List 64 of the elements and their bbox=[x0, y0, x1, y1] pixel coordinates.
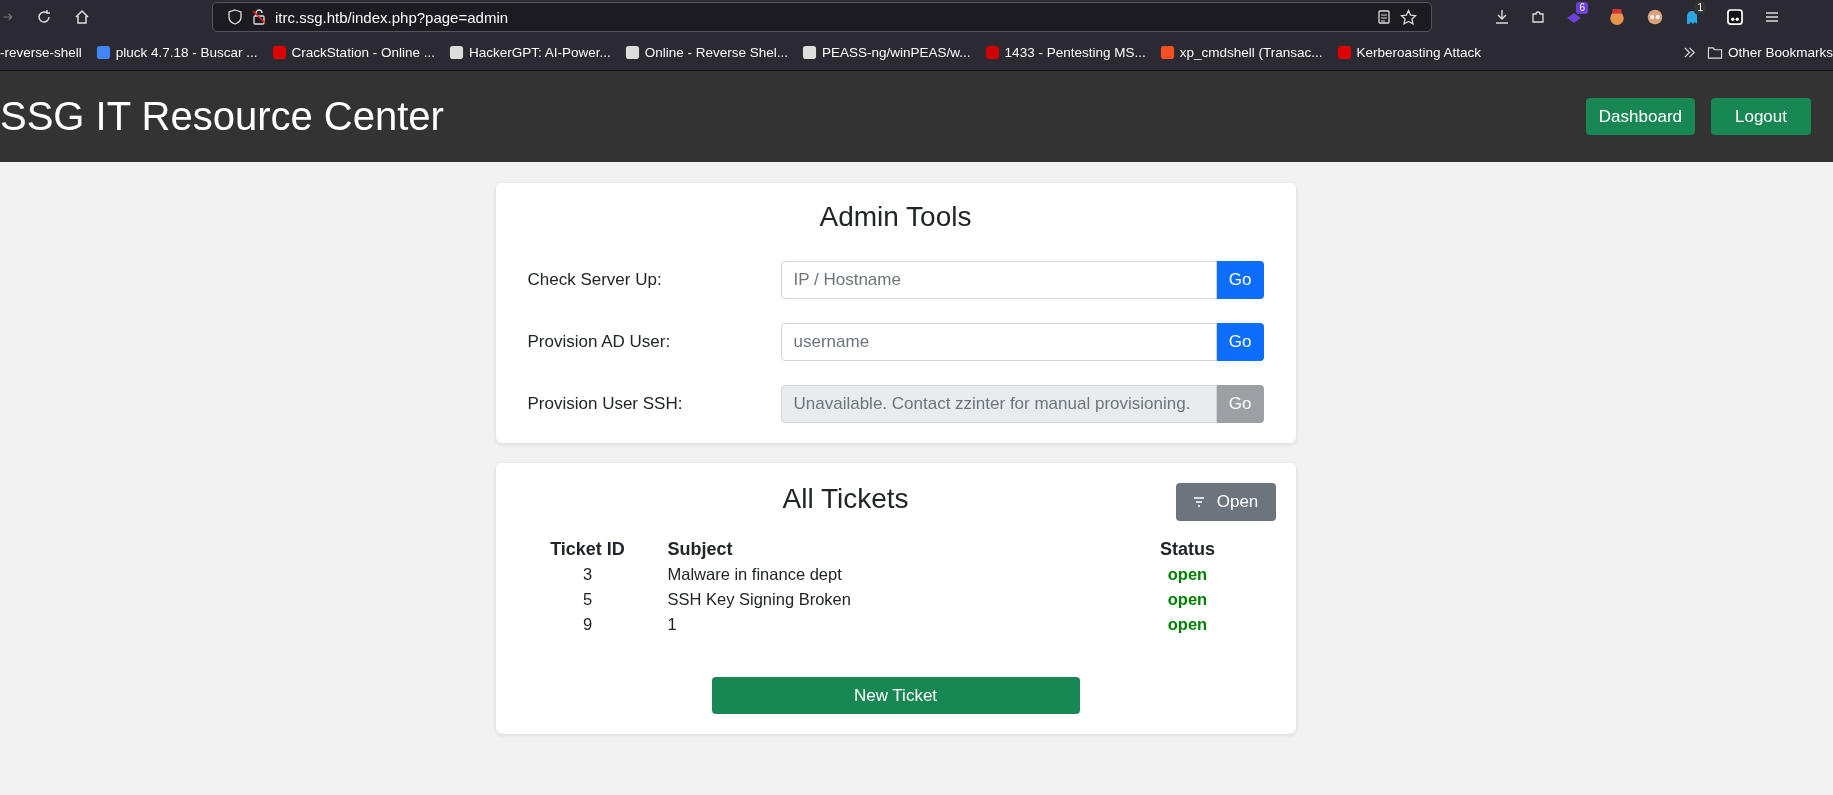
filter-button[interactable]: Open bbox=[1175, 483, 1276, 521]
card-title: Admin Tools bbox=[818, 201, 973, 233]
bookmark-item[interactable]: Kerberoasting Attack bbox=[1336, 44, 1482, 60]
folder-icon bbox=[1706, 44, 1723, 60]
glasses-face-icon[interactable] bbox=[1646, 8, 1664, 26]
nav-button[interactable]: Logout bbox=[1711, 98, 1811, 135]
ticket-subject: Malware in finance dept bbox=[666, 564, 843, 585]
star-icon[interactable] bbox=[1400, 8, 1417, 26]
badge-count: 1 bbox=[1694, 2, 1706, 14]
extension-button[interactable]: 1 bbox=[1684, 2, 1706, 25]
bookmark-item[interactable]: HackerGPT: AI-Power... bbox=[448, 44, 611, 60]
column-header: Status bbox=[1159, 539, 1216, 561]
ticket-status: open bbox=[1166, 564, 1209, 585]
field-label: Provision User SSH: bbox=[527, 394, 684, 414]
mask-icon[interactable] bbox=[1726, 8, 1744, 26]
new-ticket-button[interactable]: New Ticket bbox=[711, 677, 1080, 714]
shield-icon[interactable] bbox=[227, 9, 243, 25]
ticket-subject: SSH Key Signing Broken bbox=[666, 589, 852, 610]
input-field[interactable]: IP / Hostname bbox=[780, 261, 1217, 299]
column-header: Subject bbox=[666, 539, 734, 561]
site-icon bbox=[1159, 44, 1175, 60]
card-title: All Tickets bbox=[782, 483, 909, 515]
ticket-id: 9 bbox=[581, 614, 594, 635]
home-icon[interactable] bbox=[74, 9, 90, 25]
ticket-subject: 1 bbox=[666, 614, 678, 635]
bookmark-item[interactable]: xp_cmdshell (Transac... bbox=[1159, 44, 1323, 60]
puzzle-icon[interactable] bbox=[1530, 9, 1546, 25]
address-bar[interactable]: itrc.ssg.htb/index.php?page=admin bbox=[212, 2, 1432, 32]
site-icon bbox=[984, 44, 1000, 60]
ticket-id: 3 bbox=[581, 564, 594, 585]
input-field[interactable]: username bbox=[780, 323, 1217, 361]
site-icon bbox=[271, 44, 287, 60]
site-icon bbox=[95, 44, 111, 60]
nav-button[interactable]: Dashboard bbox=[1585, 98, 1695, 135]
insecure-lock-icon[interactable] bbox=[251, 9, 267, 25]
reload-icon[interactable] bbox=[36, 9, 52, 25]
bookmark-item[interactable]: CrackStation - Online ... bbox=[271, 44, 435, 60]
ticket-id: 5 bbox=[581, 589, 594, 610]
field-label: Check Server Up: bbox=[527, 270, 663, 290]
ticket-status: open bbox=[1166, 614, 1209, 635]
extension-button[interactable]: 6 bbox=[1566, 2, 1588, 25]
filter-icon bbox=[1192, 497, 1205, 507]
bookmark-item[interactable]: PEASS-ng/winPEAS/w... bbox=[802, 44, 971, 60]
url-text: itrc.ssg.htb/index.php?page=admin bbox=[275, 8, 510, 26]
site-title: SSG IT Resource Center bbox=[0, 94, 444, 139]
bookmark-folder[interactable]: Other Bookmarks bbox=[1706, 44, 1833, 60]
menu-icon[interactable] bbox=[1764, 9, 1780, 25]
badge-count: 6 bbox=[1576, 2, 1588, 14]
site-icon bbox=[1336, 44, 1352, 60]
ticket-status: open bbox=[1166, 589, 1209, 610]
reader-view-icon[interactable] bbox=[1376, 9, 1392, 25]
go-button[interactable]: Go bbox=[1216, 323, 1264, 361]
site-icon bbox=[802, 44, 818, 60]
go-button[interactable]: Go bbox=[1216, 261, 1264, 299]
bookmark-item[interactable]: pluck 4.7.18 - Buscar ... bbox=[95, 44, 258, 60]
bookmark-item[interactable]: Online - Reverse Shel... bbox=[624, 44, 789, 60]
ghost-icon bbox=[1684, 9, 1700, 25]
bookmark-item[interactable]: -reverse-shell bbox=[0, 44, 82, 60]
bookmark-item[interactable]: 1433 - Pentesting MS... bbox=[984, 44, 1146, 60]
site-icon bbox=[624, 44, 640, 60]
download-icon[interactable] bbox=[1494, 9, 1510, 25]
column-header: Ticket ID bbox=[549, 539, 626, 561]
site-icon bbox=[448, 44, 464, 60]
field-label: Provision AD User: bbox=[527, 332, 672, 352]
